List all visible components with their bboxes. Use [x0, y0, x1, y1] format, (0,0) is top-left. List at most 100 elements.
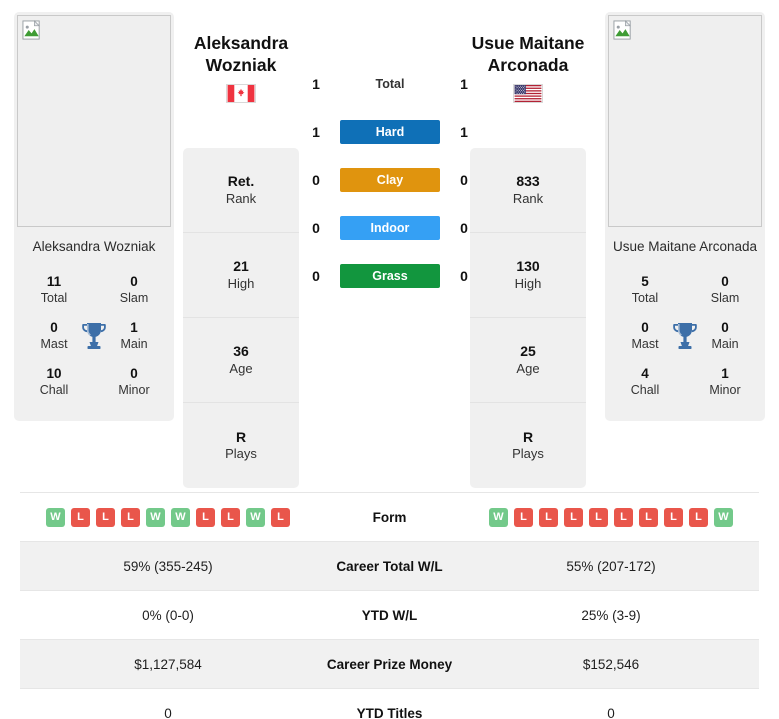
trophy-grid-left: 11 Total 0 Slam 0 Mast 1 Main 10 Chall 0… [14, 265, 174, 421]
trophy-chall-right: 4 Chall [619, 366, 671, 398]
trophy-minor-label-right: Minor [709, 382, 741, 397]
ranking-cell-rank-left: Ret. Rank [183, 148, 299, 233]
form-badge-left-2[interactable]: L [96, 507, 115, 527]
stats-row-label-career-total-wl: Career Total W/L [316, 541, 463, 591]
stat-career-total-wl-right: 55% (207-172) [463, 541, 759, 591]
stat-ytd-titles-left: 0 [20, 688, 316, 719]
form-badge-right-9[interactable]: W [714, 507, 733, 527]
surface-score-right-hard: 1 [460, 124, 468, 140]
player-photo-left [17, 15, 171, 227]
form-badge-right-6[interactable]: L [639, 507, 658, 527]
surface-score-right-indoor: 0 [460, 220, 468, 236]
form-badge-right-2[interactable]: L [539, 507, 558, 527]
trophy-row-mast-main-left: 0 Mast 1 Main [14, 313, 174, 359]
stats-row-form: W L L L W W L L W L Form W L L L L L L L L W [20, 492, 759, 542]
trophy-chall-left: 10 Chall [28, 366, 80, 398]
surface-pill-total: Total [375, 77, 405, 91]
surface-score-right-grass: 0 [460, 268, 468, 284]
ranking-cell-age-right: 25 Age [470, 318, 586, 403]
ranking-label-rank-right: Rank [512, 190, 544, 206]
surface-score-right-clay: 0 [460, 172, 468, 188]
trophy-minor-value-left: 0 [130, 366, 138, 382]
form-badge-left-4[interactable]: W [146, 507, 165, 527]
trophy-main-label-right: Main [711, 336, 739, 351]
head-to-head-comparison: Aleksandra Wozniak 11 Total 0 Slam 0 Mas… [0, 0, 779, 492]
ranking-cell-age-left: 36 Age [183, 318, 299, 403]
ranking-cell-plays-left: R Plays [183, 403, 299, 488]
trophy-chall-value-left: 10 [46, 366, 62, 382]
ranking-cell-high-right: 130 High [470, 233, 586, 318]
surface-row-clay: 0 Clay 0 [305, 156, 475, 204]
surface-pill-grass: Grass [340, 264, 440, 288]
trophy-slam-right: 0 Slam [699, 274, 751, 306]
form-badge-right-3[interactable]: L [564, 507, 583, 527]
trophy-slam-label-right: Slam [710, 290, 740, 305]
trophy-mast-value-left: 0 [50, 320, 58, 336]
trophy-minor-label-left: Minor [118, 382, 150, 397]
trophy-grid-right: 5 Total 0 Slam 0 Mast 0 Main 4 Chall 1 M… [605, 265, 765, 421]
stat-form-left: WLLLWWLLWL [20, 492, 316, 542]
surface-score-left-hard: 1 [312, 124, 320, 140]
trophy-total-value-right: 5 [641, 274, 649, 290]
stats-row-career-total-wl: 59% (355-245) Career Total W/L 55% (207-17… [20, 541, 759, 591]
headline-name-left-line1: Aleksandra [193, 33, 289, 53]
stats-row-label-career-prize-money: Career Prize Money [316, 639, 463, 689]
form-badge-right-5[interactable]: L [614, 507, 633, 527]
ranking-card-right: 833 Rank 130 High 25 Age R Plays [470, 148, 586, 488]
form-badge-right-8[interactable]: L [689, 507, 708, 527]
trophy-row-total-slam-right: 5 Total 0 Slam [605, 267, 765, 313]
trophy-mast-right: 0 Mast [619, 320, 671, 352]
trophy-slam-left: 0 Slam [108, 274, 160, 306]
trophy-total-value-left: 11 [46, 274, 62, 290]
trophy-icon [82, 322, 106, 349]
form-badge-left-7[interactable]: L [221, 507, 240, 527]
stats-row-label-ytd-wl: YTD W/L [316, 590, 463, 640]
form-badge-left-6[interactable]: L [196, 507, 215, 527]
surface-row-total: 1 Total 1 [305, 60, 475, 108]
ranking-label-high-right: High [514, 275, 542, 291]
headline-name-left: Aleksandra Wozniak [155, 32, 327, 103]
trophy-mast-value-right: 0 [641, 320, 649, 336]
form-badge-right-7[interactable]: L [664, 507, 683, 527]
broken-image-icon [22, 20, 41, 40]
form-badge-left-0[interactable]: W [46, 507, 65, 527]
stats-row-career-prize-money: $1,127,584 Career Prize Money $152,546 [20, 639, 759, 689]
stat-career-prize-money-right: $152,546 [463, 639, 759, 689]
ranking-value-plays-left: R [235, 428, 247, 445]
headline-name-left-line2: Wozniak [205, 55, 277, 76]
surface-pill-indoor: Indoor [340, 216, 440, 240]
trophy-total-left: 11 Total [28, 274, 80, 306]
ranking-cell-high-left: 21 High [183, 233, 299, 318]
form-badge-right-0[interactable]: W [489, 507, 508, 527]
form-badge-left-9[interactable]: L [271, 507, 290, 527]
ranking-card-left: Ret. Rank 21 High 36 Age R Plays [183, 148, 299, 488]
surface-breakdown: 1 Total 1 1 Hard 1 0 Clay 0 0 Indoor 0 0 Grass 0 [305, 60, 475, 300]
trophy-slam-value-right: 0 [721, 274, 729, 290]
stats-row-ytd-titles: 0 YTD Titles 0 [20, 688, 759, 719]
ranking-label-plays-right: Plays [512, 446, 544, 462]
trophy-row-chall-minor-right: 4 Chall 1 Minor [605, 359, 765, 405]
ranking-value-plays-right: R [522, 428, 534, 445]
trophy-chall-value-right: 4 [641, 366, 649, 382]
form-badge-left-3[interactable]: L [121, 507, 140, 527]
form-badge-right-4[interactable]: L [589, 507, 608, 527]
ranking-label-high-left: High [227, 275, 255, 291]
form-badge-left-1[interactable]: L [71, 507, 90, 527]
player-card-left: Aleksandra Wozniak 11 Total 0 Slam 0 Mas… [14, 12, 174, 421]
surface-score-left-total: 1 [312, 76, 320, 92]
form-badge-right-1[interactable]: L [514, 507, 533, 527]
player-card-right: Usue Maitane Arconada 5 Total 0 Slam 0 M… [605, 12, 765, 421]
form-badge-left-8[interactable]: W [246, 507, 265, 527]
broken-image-icon [613, 20, 632, 40]
player-name-right: Usue Maitane Arconada [612, 239, 758, 254]
trophy-minor-right: 1 Minor [699, 366, 751, 398]
surface-score-left-indoor: 0 [312, 220, 320, 236]
ranking-value-age-right: 25 [520, 343, 536, 360]
trophy-icon [673, 322, 697, 349]
form-badge-left-5[interactable]: W [171, 507, 190, 527]
stats-row-label-ytd-titles: YTD Titles [316, 688, 463, 719]
stats-row-ytd-wl: 0% (0-0) YTD W/L 25% (3-9) [20, 590, 759, 640]
ranking-value-rank-right: 833 [516, 173, 540, 190]
stat-form-right: WLLLLLLLLW [463, 492, 759, 542]
trophy-main-right: 0 Main [699, 320, 751, 352]
